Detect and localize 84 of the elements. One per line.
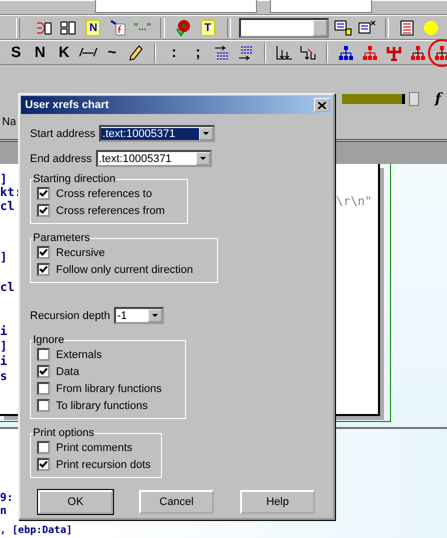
dropdown-field[interactable] <box>270 0 372 13</box>
checkbox-label: Cross references from <box>56 204 165 216</box>
checkbox-label: Cross references to <box>56 188 152 200</box>
checkbox-label: From library functions <box>56 382 162 394</box>
hierarchy-chart-icon <box>434 44 447 60</box>
spinner-control[interactable] <box>408 92 419 106</box>
code-text: s <box>0 369 8 383</box>
checkbox-label: To library functions <box>56 400 148 412</box>
checkbox-label: Externals <box>56 348 102 360</box>
monitor-x-icon <box>358 20 376 36</box>
arrow-lines-icon <box>238 44 254 60</box>
dialog-title: User xrefs chart <box>25 99 109 111</box>
circle-icon <box>423 20 439 36</box>
code-text: ] <box>0 172 8 186</box>
toolbar-button[interactable]: : <box>164 42 184 62</box>
color-field[interactable] <box>342 94 405 104</box>
field-label: Start address <box>30 128 96 140</box>
group-title: Starting direction <box>33 173 116 185</box>
close-icon <box>318 102 326 108</box>
close-button[interactable] <box>314 98 330 112</box>
flower-icon <box>174 18 192 36</box>
checkbox[interactable] <box>37 348 50 361</box>
group-title: Ignore <box>33 334 64 346</box>
checkbox[interactable] <box>37 187 50 200</box>
dialog-button[interactable]: Cancel <box>139 490 214 514</box>
checkbox-label: Follow only current direction <box>56 264 193 276</box>
hierarchy-chart-icon <box>410 44 426 60</box>
hierarchy-chart-icon <box>362 44 378 60</box>
arrow-lines-icon <box>214 44 230 60</box>
checkbox[interactable] <box>37 204 50 217</box>
checkbox[interactable] <box>37 382 50 395</box>
dropdown-field[interactable] <box>95 0 257 13</box>
combo-box[interactable]: -1 <box>114 307 164 324</box>
checkbox[interactable] <box>37 246 50 259</box>
checkbox[interactable] <box>37 458 50 471</box>
toolbar-button[interactable] <box>332 18 353 38</box>
toolbar-button[interactable]: K <box>54 42 74 62</box>
checkbox[interactable] <box>37 365 50 378</box>
dialog-button[interactable]: Help <box>240 490 315 514</box>
pencil-icon <box>129 44 143 60</box>
field-label: End address <box>30 152 92 164</box>
combo-box[interactable]: .text:10005371 <box>99 125 216 142</box>
structure-document-icon <box>60 20 76 36</box>
code-text: cl <box>0 280 14 294</box>
code-text: ] <box>0 339 8 353</box>
toolbar-button[interactable]: ~ <box>102 42 122 62</box>
checkbox-label: Recursive <box>56 246 105 258</box>
tab[interactable]: Na <box>0 116 18 128</box>
checkbox-label: Print recursion dots <box>56 458 151 470</box>
checkbox-label: Data <box>56 366 80 378</box>
monitor-lock-icon <box>334 20 352 36</box>
group-title: Print options <box>33 427 94 439</box>
group-title: Parameters <box>33 232 90 244</box>
code-text: i <box>0 324 8 338</box>
dropdown-field[interactable] <box>239 18 329 38</box>
code-text: cl <box>0 199 14 213</box>
checkbox[interactable] <box>37 441 50 454</box>
branch-lines-icon <box>299 44 317 60</box>
code-text: \r\n" <box>336 194 372 208</box>
checkbox-label: Print comments <box>56 442 132 454</box>
checkbox[interactable] <box>37 399 50 412</box>
hierarchy-chart-icon <box>338 44 354 60</box>
checkbox[interactable] <box>37 263 50 276</box>
code-text: i <box>0 354 8 368</box>
branch-lines-icon <box>275 44 293 60</box>
trident-chart-icon <box>386 44 402 60</box>
toolbar-button[interactable]: /—/ <box>78 42 98 62</box>
combo-box[interactable]: .text:10005371 <box>96 150 212 167</box>
toolbar-button[interactable] <box>108 18 128 38</box>
field-label: Recursion depth <box>30 310 110 322</box>
xrefs-document-icon <box>36 20 52 36</box>
toolbar-button[interactable]: S <box>6 42 26 62</box>
code-text: ] <box>0 250 8 264</box>
toolbar-button[interactable]: T <box>200 20 215 36</box>
notes-icon <box>400 20 414 36</box>
toolbar-button[interactable]: N <box>30 42 50 62</box>
toolbar-button[interactable]: N <box>86 20 100 36</box>
code-text: , [ebp:Data] <box>0 525 72 537</box>
dialog-button[interactable]: OK <box>38 490 113 514</box>
code-text: n <box>0 504 7 517</box>
toolbar-button[interactable]: ; <box>188 42 208 62</box>
toolbar-button[interactable]: f <box>432 91 443 107</box>
function-document-icon <box>110 20 126 36</box>
code-text: 9: <box>0 491 14 504</box>
